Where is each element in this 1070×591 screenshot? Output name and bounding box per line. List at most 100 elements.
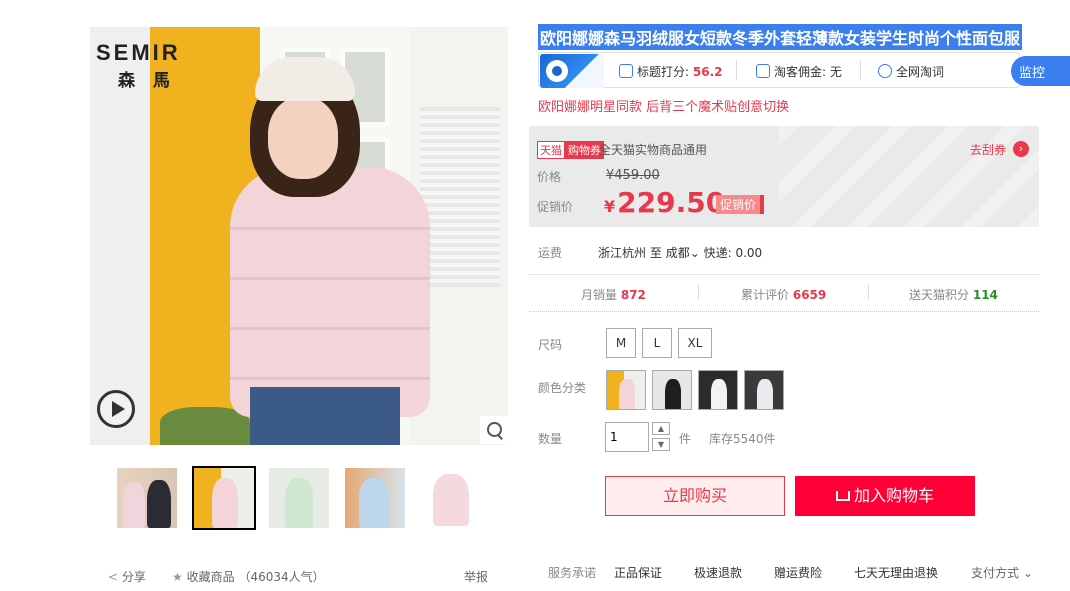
color-option-1[interactable]	[606, 370, 646, 410]
coupon-badge: 天猫 购物券	[537, 141, 604, 159]
buy-now-button[interactable]: 立即购买	[605, 476, 785, 516]
divider	[529, 311, 1039, 312]
thumbnail-3[interactable]	[269, 468, 329, 528]
add-to-cart-button[interactable]: 加入购物车	[795, 476, 975, 516]
cart-icon	[835, 491, 850, 501]
service-item[interactable]: 赠运费险	[774, 564, 822, 581]
favorite-count: （46034人气）	[238, 570, 325, 584]
service-item[interactable]: 极速退款	[694, 564, 742, 581]
shipping-label: 运费	[538, 246, 563, 260]
service-item[interactable]: 正品保证	[614, 564, 662, 581]
chevron-down-icon: ⌄	[689, 246, 700, 260]
quantity-unit: 件	[679, 432, 692, 446]
title-score-value: 56.2	[692, 65, 723, 79]
thumbnail-5[interactable]	[421, 468, 481, 528]
thumb-up-icon	[619, 64, 633, 78]
monitor-button[interactable]: 监控	[1011, 56, 1070, 86]
total-reviews[interactable]: 累计评价 6659	[741, 286, 826, 303]
quantity-increase-button[interactable]: ▲	[652, 422, 670, 435]
promo-price: ¥229.50	[604, 186, 725, 219]
brand-logo-en: SEMIR	[96, 40, 181, 65]
quantity-input[interactable]	[605, 422, 649, 452]
play-video-icon[interactable]	[97, 390, 135, 428]
monthly-sales-value: 872	[620, 288, 646, 302]
product-subtitle: 欧阳娜娜明星同款 后背三个魔术贴创意切换	[538, 100, 790, 115]
plant	[160, 407, 250, 445]
chevron-down-icon: ⌄	[1022, 566, 1033, 580]
currency-symbol: ¥	[604, 197, 616, 216]
service-item[interactable]: 七天无理由退换	[854, 564, 938, 581]
tmall-tag: 天猫	[537, 141, 565, 159]
divider	[860, 60, 861, 80]
thumbnail-2[interactable]	[192, 466, 256, 530]
database-icon	[756, 64, 770, 78]
divider	[736, 60, 737, 80]
ship-to-word: 至	[649, 246, 662, 260]
points-label: 送天猫积分	[909, 288, 970, 302]
add-to-cart-label: 加入购物车	[853, 486, 934, 505]
ship-destination-select[interactable]: 成都⌄	[666, 246, 700, 260]
color-option-3[interactable]	[698, 370, 738, 410]
divider	[698, 284, 699, 300]
keyword-search[interactable]: 全网淘词	[878, 63, 944, 80]
model-jeans	[250, 387, 400, 445]
price-label: 价格	[537, 170, 562, 184]
color-option-4[interactable]	[744, 370, 784, 410]
commission[interactable]: 淘客佣金: 无	[756, 63, 842, 80]
keyword-search-label: 全网淘词	[896, 65, 945, 79]
coupon-description: 全天猫实物商品通用	[599, 143, 708, 157]
payment-method-label: 支付方式	[971, 566, 1020, 580]
commission-label: 淘客佣金:	[774, 65, 827, 79]
size-option-m[interactable]: M	[606, 328, 636, 358]
zoom-icon[interactable]	[480, 416, 508, 444]
express-fee: 快递: 0.00	[703, 246, 763, 260]
share-label: 分享	[121, 570, 146, 584]
title-score-label: 标题打分:	[637, 65, 690, 79]
original-price: ¥459.00	[606, 168, 660, 183]
thumbnail-4[interactable]	[345, 468, 405, 528]
monthly-sales-label: 月销量	[581, 288, 618, 302]
brand-logo: SEMIR 森 馬	[96, 40, 181, 91]
title-score[interactable]: 标题打分: 56.2	[619, 63, 722, 80]
ship-from: 浙江杭州	[598, 246, 647, 260]
model-cap	[255, 57, 355, 101]
search-icon	[878, 64, 892, 78]
product-title: 欧阳娜娜森马羽绒服女短款冬季外套轻薄款女装学生时尚个性面包服	[538, 24, 1023, 50]
promo-price-label: 促销价	[537, 200, 574, 214]
chevron-right-icon[interactable]: ›	[1013, 141, 1029, 157]
color-option-2[interactable]	[652, 370, 692, 410]
window-blinds	[420, 107, 500, 287]
commission-value: 无	[829, 65, 842, 79]
payment-method-dropdown[interactable]: 支付方式 ⌄	[971, 564, 1033, 581]
favorite-label: 收藏商品	[186, 570, 235, 584]
promo-badge: 促销价	[716, 195, 765, 214]
share-icon: <	[108, 570, 119, 584]
divider	[868, 284, 869, 300]
reviews-value: 6659	[792, 288, 827, 302]
brand-logo-cn: 森 馬	[118, 71, 176, 91]
share-button[interactable]: < 分享	[108, 568, 146, 585]
model-face	[268, 97, 338, 179]
ship-to: 成都	[665, 246, 690, 260]
service-label: 服务承诺	[548, 566, 597, 580]
shipping-info: 浙江杭州 至 成都⌄ 快递: 0.00	[598, 244, 762, 261]
model-jacket	[230, 167, 430, 417]
plugin-logo-icon	[540, 54, 604, 88]
favorite-button[interactable]: ★ 收藏商品 （46034人气）	[172, 568, 325, 585]
divider	[529, 274, 1039, 275]
color-label: 颜色分类	[538, 381, 587, 395]
stock-count: 库存5540件	[709, 432, 776, 446]
thumbnail-1[interactable]	[117, 468, 177, 528]
promo-price-value: 229.50	[617, 186, 726, 219]
monthly-sales: 月销量 872	[581, 286, 646, 303]
quantity-decrease-button[interactable]: ▼	[652, 438, 670, 451]
points-value: 114	[972, 288, 998, 302]
size-option-xl[interactable]: XL	[678, 328, 712, 358]
get-coupon-link[interactable]: 去刮券	[970, 141, 1006, 158]
tmall-points: 送天猫积分 114	[909, 286, 998, 303]
size-label: 尺码	[538, 338, 563, 352]
quantity-label: 数量	[538, 432, 563, 446]
report-link[interactable]: 举报	[464, 568, 488, 585]
star-icon: ★	[172, 570, 183, 584]
size-option-l[interactable]: L	[642, 328, 672, 358]
